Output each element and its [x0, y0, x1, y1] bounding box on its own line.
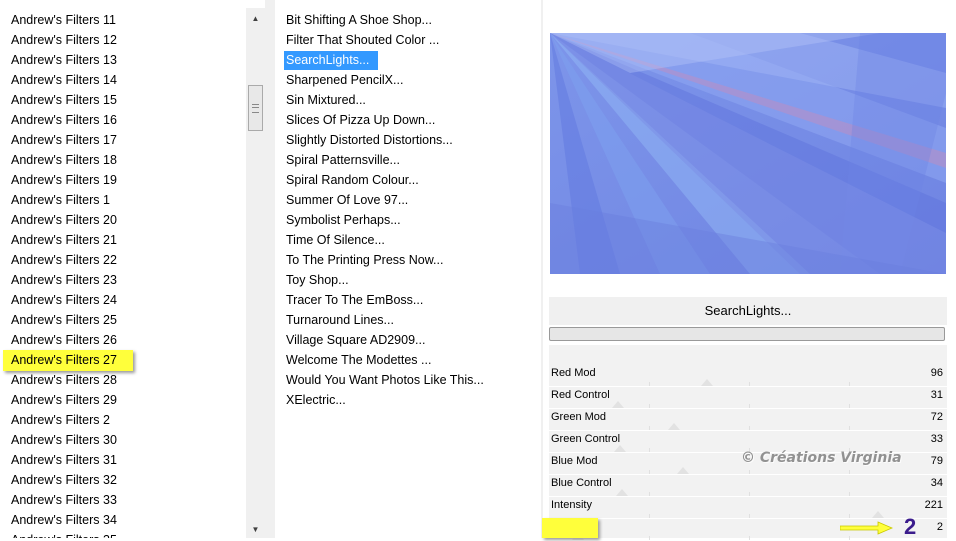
category-item[interactable]: Andrew's Filters 33 [11, 490, 117, 510]
category-item[interactable]: Andrew's Filters 22 [11, 250, 117, 270]
param-label: Blue Mod [551, 455, 598, 467]
scroll-thumb[interactable] [248, 85, 263, 131]
param-slider-row[interactable]: Intensity 221 [549, 497, 947, 519]
category-item[interactable]: Andrew's Filters 11 [11, 10, 116, 30]
arrow-right-icon [840, 521, 894, 535]
category-item[interactable]: Andrew's Filters 16 [11, 110, 117, 130]
category-item[interactable]: Andrew's Filters 25 [11, 310, 117, 330]
category-scrollbar[interactable]: ▲ ▼ [246, 8, 265, 538]
param-value: 72 [930, 411, 943, 423]
header-slider[interactable] [549, 327, 945, 341]
filter-list[interactable]: Bit Shifting A Shoe Shop... Filter That S… [275, 0, 541, 538]
category-item[interactable]: Andrew's Filters 18 [11, 150, 117, 170]
filter-item[interactable]: Village Square AD2909... [286, 330, 425, 350]
param-value: 2 [936, 521, 943, 533]
category-item[interactable]: Andrew's Filters 12 [11, 30, 117, 50]
param-label: Red Mod [551, 367, 596, 379]
filter-item[interactable]: Spiral Patternsville... [286, 150, 400, 170]
watermark: © Créations Virginia [741, 450, 902, 466]
category-item[interactable]: Andrew's Filters 31 [11, 450, 117, 470]
panel-divider [265, 0, 275, 538]
filter-item[interactable]: Toy Shop... [286, 270, 349, 290]
scroll-up-icon[interactable]: ▲ [246, 10, 265, 27]
slider-thumb-icon[interactable] [616, 489, 628, 496]
slider-thumb-icon[interactable] [668, 423, 680, 430]
category-item[interactable]: Andrew's Filters 20 [11, 210, 117, 230]
filter-item[interactable]: Sin Mixtured... [286, 90, 366, 110]
category-item[interactable]: Andrew's Filters 23 [11, 270, 117, 290]
category-item[interactable]: Andrew's Filters 2 [11, 410, 110, 430]
scroll-down-icon[interactable]: ▼ [246, 521, 265, 538]
param-label: Red Control [551, 389, 610, 401]
category-item[interactable]: Andrew's Filters 17 [11, 130, 117, 150]
filter-item[interactable]: Turnaround Lines... [286, 310, 394, 330]
preview-image [550, 33, 946, 274]
param-value: 79 [930, 455, 943, 467]
slider-thumb-icon[interactable] [612, 401, 624, 408]
category-item[interactable]: Andrew's Filters 32 [11, 470, 117, 490]
filter-item[interactable]: Filter That Shouted Color ... [286, 30, 439, 50]
param-value: 221 [924, 499, 943, 511]
category-item[interactable]: Andrew's Filters 30 [11, 430, 117, 450]
filter-item[interactable]: Symbolist Perhaps... [286, 210, 401, 230]
divider-highlight [542, 518, 598, 538]
category-item[interactable]: Andrew's Filters 15 [11, 90, 117, 110]
slider-thumb-icon[interactable] [701, 379, 713, 386]
category-item[interactable]: Andrew's Filters 13 [11, 50, 117, 70]
param-label: Blue Control [551, 477, 612, 489]
category-item[interactable]: Andrew's Filters 26 [11, 330, 117, 350]
filter-item[interactable]: XElectric... [286, 390, 346, 410]
param-value: 31 [930, 389, 943, 401]
param-value: 34 [930, 477, 943, 489]
filter-item[interactable]: SearchLights... [286, 50, 369, 70]
param-label: Green Mod [551, 411, 607, 423]
filter-item[interactable]: Slightly Distorted Distortions... [286, 130, 453, 150]
filter-item[interactable]: Would You Want Photos Like This... [286, 370, 484, 390]
slider-thumb-icon[interactable] [872, 511, 884, 518]
category-item[interactable]: Andrew's Filters 34 [11, 510, 117, 530]
param-slider-row[interactable]: Red Control 31 [549, 387, 947, 409]
category-item[interactable]: Andrew's Filters 21 [11, 230, 117, 250]
slider-thumb-icon[interactable] [677, 467, 689, 474]
param-slider-row[interactable]: Blue Control 34 [549, 475, 947, 497]
filter-item[interactable]: Welcome The Modettes ... [286, 350, 431, 370]
filter-item[interactable]: Tracer To The EmBoss... [286, 290, 423, 310]
category-item[interactable]: Andrew's Filters 35 [11, 530, 117, 538]
category-item[interactable]: Andrew's Filters 24 [11, 290, 117, 310]
param-label: Intensity [551, 499, 592, 511]
category-item[interactable]: Andrew's Filters 29 [11, 390, 117, 410]
filter-item[interactable]: Bit Shifting A Shoe Shop... [286, 10, 432, 30]
grip-icon [252, 104, 259, 113]
param-slider-row[interactable]: Green Mod 72 [549, 409, 947, 431]
param-value: 33 [930, 433, 943, 445]
slider-thumb-icon[interactable] [614, 445, 626, 452]
parameter-list: Red Mod 96 Red Control 31 Green Mod 72 Green C… [549, 345, 947, 541]
filter-item[interactable]: To The Printing Press Now... [286, 250, 443, 270]
category-item[interactable]: Andrew's Filters 19 [11, 170, 117, 190]
category-item[interactable]: Andrew's Filters 14 [11, 70, 117, 90]
category-item[interactable]: Andrew's Filters 1 [11, 190, 110, 210]
category-list[interactable]: Andrew's Filters 11 Andrew's Filters 12 An… [0, 0, 246, 538]
filter-item[interactable]: Summer Of Love 97... [286, 190, 408, 210]
filter-item[interactable]: Slices Of Pizza Up Down... [286, 110, 435, 130]
filter-item[interactable]: Sharpened PencilX... [286, 70, 403, 90]
param-label: Green Control [551, 433, 621, 445]
step-number: 2 [904, 514, 917, 539]
filter-item[interactable]: Time Of Silence... [286, 230, 385, 250]
param-value: 96 [930, 367, 943, 379]
category-item[interactable]: Andrew's Filters 28 [11, 370, 117, 390]
param-slider-row[interactable]: Red Mod 96 [549, 365, 947, 387]
category-item[interactable]: Andrew's Filters 27 [11, 350, 117, 370]
filter-title-bar: SearchLights... [549, 297, 947, 325]
filter-item[interactable]: Spiral Random Colour... [286, 170, 419, 190]
